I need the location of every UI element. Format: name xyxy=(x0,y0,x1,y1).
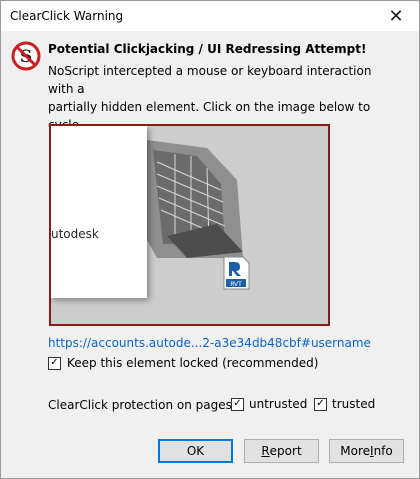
untrusted-box[interactable]: ✓ xyxy=(231,397,244,411)
obstructing-overlay: utodesk xyxy=(51,126,147,298)
more-info-label-rest: nfo xyxy=(373,444,393,458)
untrusted-label: untrusted xyxy=(249,397,308,411)
report-button[interactable]: Report xyxy=(244,439,319,463)
site-name-text: utodesk xyxy=(51,227,99,241)
message-line: NoScript intercepted a mouse or keyboard… xyxy=(48,64,372,96)
trusted-label: trusted xyxy=(332,397,376,411)
checkbox-check-icon: ✓ xyxy=(233,398,242,409)
noscript-icon: S xyxy=(11,41,41,71)
trusted-checkbox[interactable]: ✓ trusted xyxy=(314,397,375,411)
headline: Potential Clickjacking / UI Redressing A… xyxy=(48,42,367,56)
close-icon: ✕ xyxy=(388,5,404,27)
element-url-link[interactable]: https://accounts.autode...2-a3e34db48cbf… xyxy=(48,336,371,350)
revit-rvt-icon: RVT xyxy=(223,256,250,290)
keep-locked-checkbox[interactable]: ✓ Keep this element locked (recommended) xyxy=(48,356,318,370)
titlebar: ClearClick Warning ✕ xyxy=(1,1,419,31)
rvt-badge-label: RVT xyxy=(230,281,242,288)
element-preview-image[interactable]: RVT utodesk xyxy=(49,124,330,326)
untrusted-checkbox[interactable]: ✓ untrusted xyxy=(231,397,307,411)
more-info-button[interactable]: More Info xyxy=(329,439,404,463)
checkbox-check-icon: ✓ xyxy=(316,398,325,409)
checkbox-check-icon: ✓ xyxy=(50,357,59,368)
keep-locked-label: Keep this element locked (recommended) xyxy=(67,356,319,370)
building-thumbnail xyxy=(147,140,243,258)
close-button[interactable]: ✕ xyxy=(373,1,419,31)
report-mnemonic: R xyxy=(261,444,270,458)
protection-label: ClearClick protection on pages... xyxy=(48,398,244,412)
dialog-content: S Potential Clickjacking / UI Redressing… xyxy=(1,31,419,478)
keep-locked-box[interactable]: ✓ xyxy=(48,356,61,370)
more-info-label-pre: More xyxy=(340,444,371,458)
clearclick-dialog: ClearClick Warning ✕ S Potential Clickja… xyxy=(0,0,420,479)
trusted-box[interactable]: ✓ xyxy=(314,397,327,411)
window-title: ClearClick Warning xyxy=(10,9,124,23)
report-label-rest: eport xyxy=(269,444,302,458)
ok-button[interactable]: OK xyxy=(158,439,233,463)
